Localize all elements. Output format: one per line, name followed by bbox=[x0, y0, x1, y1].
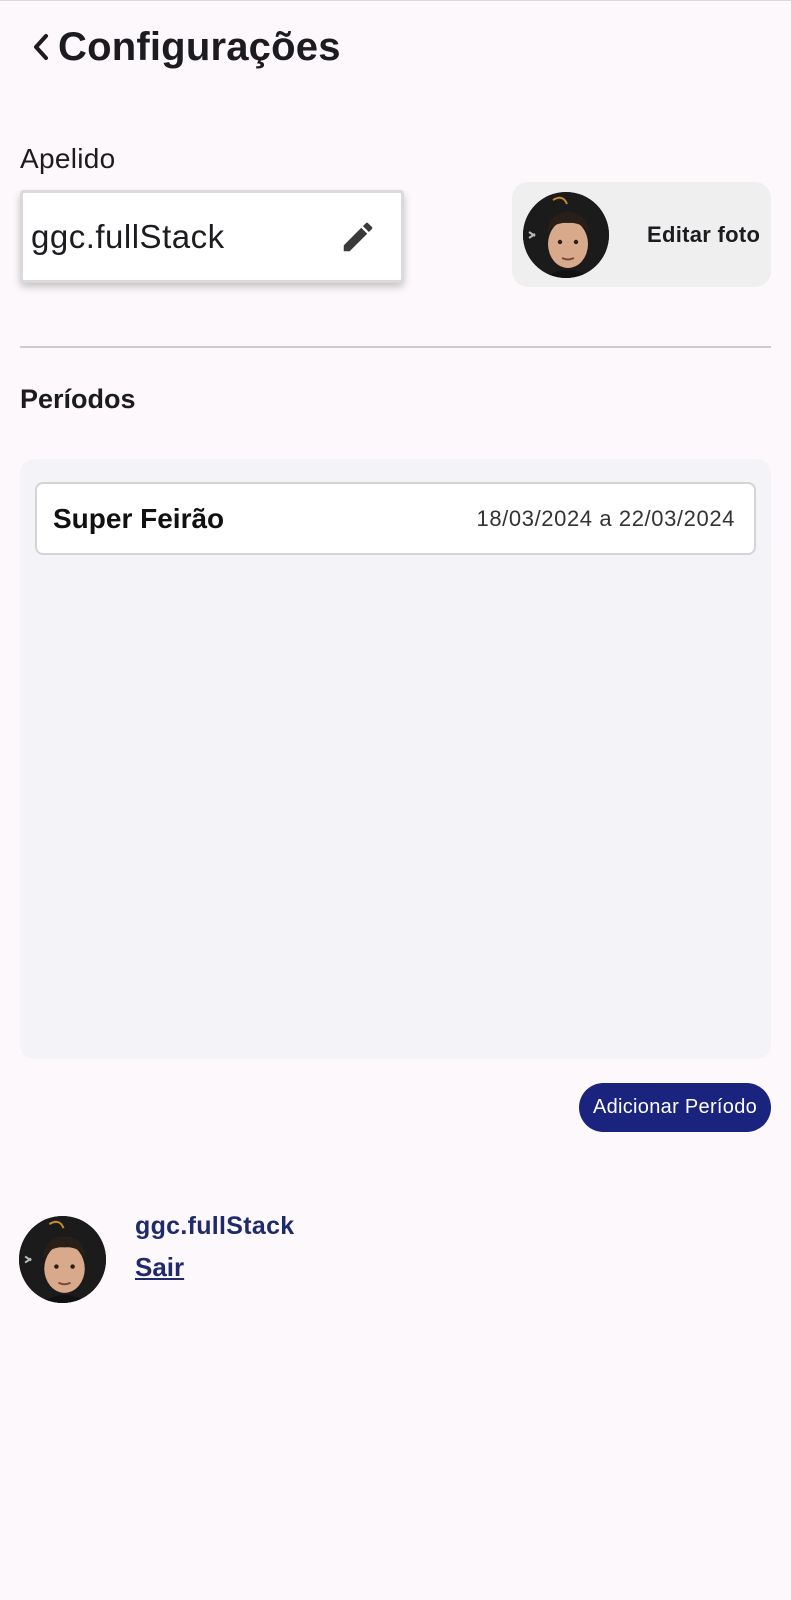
footer-username: ggc.fullStack bbox=[135, 1212, 295, 1240]
back-button[interactable] bbox=[28, 27, 54, 67]
edit-photo-card[interactable]: Editar foto bbox=[512, 182, 771, 287]
app-header: Configurações bbox=[28, 22, 341, 72]
periods-list: Super Feirão 18/03/2024 a 22/03/2024 bbox=[20, 459, 771, 1059]
period-name: Super Feirão bbox=[53, 502, 225, 534]
chevron-left-icon bbox=[34, 34, 48, 60]
avatar-image bbox=[19, 1216, 106, 1303]
edit-photo-label: Editar foto bbox=[647, 221, 761, 247]
nickname-value: ggc.fullStack bbox=[31, 217, 225, 255]
logout-link[interactable]: Sair bbox=[135, 1252, 184, 1283]
list-item[interactable]: Super Feirão 18/03/2024 a 22/03/2024 bbox=[35, 482, 756, 555]
periods-heading: Períodos bbox=[20, 384, 136, 414]
pencil-icon[interactable] bbox=[339, 218, 377, 256]
section-divider bbox=[20, 346, 771, 348]
add-period-button[interactable]: Adicionar Período bbox=[579, 1083, 771, 1132]
page-title: Configurações bbox=[58, 24, 341, 69]
nickname-field[interactable]: ggc.fullStack bbox=[20, 190, 404, 283]
status-divider bbox=[0, 0, 791, 1]
avatar bbox=[19, 1216, 106, 1303]
avatar-image bbox=[523, 191, 609, 278]
avatar bbox=[523, 191, 609, 278]
nickname-label: Apelido bbox=[20, 143, 116, 174]
period-dates: 18/03/2024 a 22/03/2024 bbox=[476, 505, 735, 531]
